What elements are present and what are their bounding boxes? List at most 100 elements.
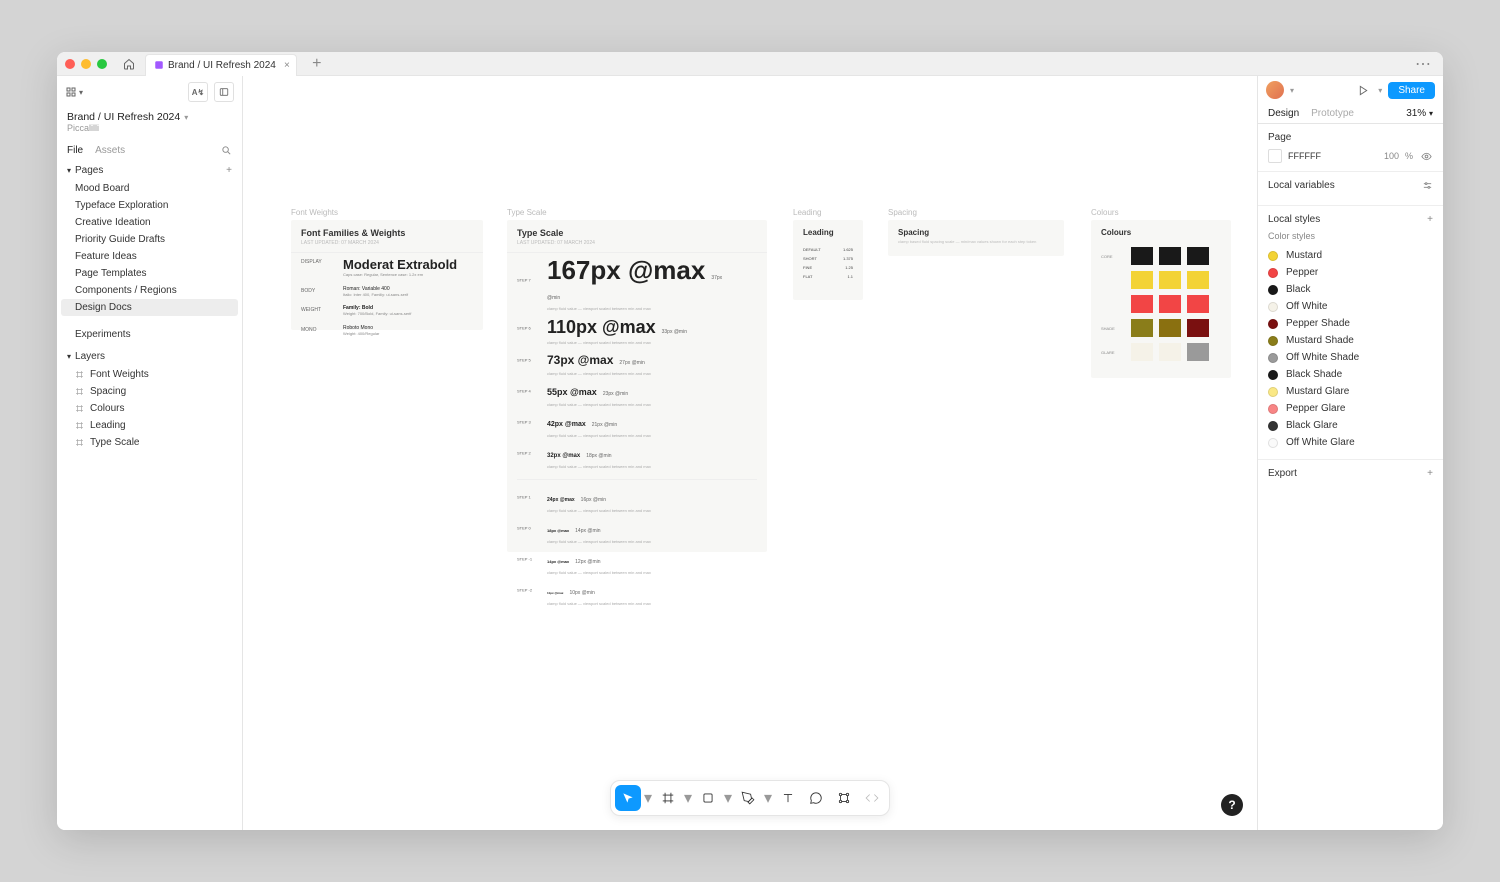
panels-toggle-button[interactable] — [214, 82, 234, 102]
comment-tool[interactable] — [803, 785, 829, 811]
color-style-item[interactable]: Off White — [1268, 298, 1433, 315]
color-style-item[interactable]: Off White Shade — [1268, 349, 1433, 366]
leading-row: FINE1.25 — [793, 263, 863, 272]
actions-tool[interactable] — [831, 785, 857, 811]
canvas[interactable]: Font Weights Font Families & Weights LAS… — [243, 76, 1257, 830]
export-header[interactable]: Export + — [1268, 468, 1433, 479]
colour-swatch — [1159, 247, 1181, 265]
page-item[interactable]: Page Templates — [57, 265, 242, 282]
tab-close-icon[interactable]: × — [284, 60, 290, 71]
assets-tab-button[interactable]: Assets — [95, 145, 125, 156]
frame-tool-chevron[interactable]: ▾ — [683, 785, 693, 811]
add-page-button[interactable]: + — [226, 165, 232, 176]
layer-item[interactable]: Colours — [57, 400, 242, 417]
shape-tool[interactable] — [695, 785, 721, 811]
avatar-chevron-icon[interactable]: ▾ — [1290, 86, 1294, 95]
color-style-item[interactable]: Black Glare — [1268, 417, 1433, 434]
move-tool-chevron[interactable]: ▾ — [643, 785, 653, 811]
leading-row: DEFAULT1.625 — [793, 245, 863, 254]
pages-header[interactable]: ▾ Pages + — [57, 161, 242, 180]
layer-item[interactable]: Type Scale — [57, 434, 242, 451]
add-export-button[interactable]: + — [1427, 468, 1433, 479]
experiments-page[interactable]: Experiments — [57, 326, 242, 343]
present-button[interactable] — [1354, 81, 1372, 99]
frame-tool[interactable] — [655, 785, 681, 811]
color-style-item[interactable]: Mustard Shade — [1268, 332, 1433, 349]
design-tab[interactable]: Design — [1268, 108, 1299, 119]
share-button[interactable]: Share — [1388, 82, 1435, 99]
type-scale-step: STEP 124px @max16px @min — [507, 486, 767, 508]
prototype-tab[interactable]: Prototype — [1311, 108, 1354, 119]
type-scale-step: STEP 232px @max18px @min — [507, 442, 767, 464]
add-style-button[interactable]: + — [1427, 214, 1433, 225]
frame-font-weights[interactable]: Font Weights Font Families & Weights LAS… — [291, 220, 483, 330]
layer-item[interactable]: Spacing — [57, 383, 242, 400]
user-avatar[interactable] — [1266, 81, 1284, 99]
page-item[interactable]: Mood Board — [57, 180, 242, 197]
right-panel: ▾ ▾ Share Design Prototype 31% ▾ Page FF… — [1257, 76, 1443, 830]
frame-spacing[interactable]: Spacing Spacing clamp based fluid spacin… — [888, 220, 1064, 256]
titlebar-more-icon[interactable]: ⋯ — [1411, 54, 1435, 74]
shape-tool-chevron[interactable]: ▾ — [723, 785, 733, 811]
color-style-item[interactable]: Mustard Glare — [1268, 383, 1433, 400]
page-item[interactable]: Creative Ideation — [57, 214, 242, 231]
page-opacity[interactable]: 100 — [1384, 151, 1399, 161]
traffic-light-close[interactable] — [65, 59, 75, 69]
page-fill-swatch[interactable] — [1268, 149, 1282, 163]
dev-mode-tool[interactable] — [859, 785, 885, 811]
colour-swatch — [1159, 295, 1181, 313]
frame-type-scale[interactable]: Type Scale Type Scale LAST UPDATED: 07 M… — [507, 220, 767, 552]
colour-swatch — [1159, 271, 1181, 289]
move-tool[interactable] — [615, 785, 641, 811]
type-scale-step: STEP 6110px @max33px @min — [507, 315, 767, 340]
color-style-item[interactable]: Off White Glare — [1268, 434, 1433, 451]
file-tab-button[interactable]: File — [67, 145, 83, 156]
color-style-item[interactable]: Black — [1268, 281, 1433, 298]
zoom-level[interactable]: 31% ▾ — [1406, 108, 1433, 119]
color-style-item[interactable]: Mustard — [1268, 247, 1433, 264]
present-chevron-icon[interactable]: ▾ — [1378, 86, 1382, 95]
page-item[interactable]: Feature Ideas — [57, 248, 242, 265]
font-weight-row: BODYRoman: Variable 400Italic: Inter 400… — [291, 282, 483, 302]
page-item[interactable]: Components / Regions — [57, 282, 242, 299]
visibility-toggle-icon[interactable] — [1419, 149, 1433, 163]
help-button[interactable]: ? — [1221, 794, 1243, 816]
main-menu-button[interactable]: ▾ — [65, 86, 83, 98]
colour-swatch — [1131, 319, 1153, 337]
color-style-item[interactable]: Pepper Shade — [1268, 315, 1433, 332]
app-window: Brand / UI Refresh 2024 × + ⋯ ▾ A↯ Brand… — [57, 52, 1443, 830]
color-style-item[interactable]: Pepper Glare — [1268, 400, 1433, 417]
toolbar: ▾ ▾ ▾ ▾ — [610, 780, 890, 816]
text-tool[interactable] — [775, 785, 801, 811]
search-icon[interactable] — [221, 145, 232, 156]
variables-settings-icon[interactable] — [1422, 180, 1433, 191]
colour-swatch — [1159, 343, 1181, 361]
colour-swatch — [1131, 271, 1153, 289]
colour-swatch — [1131, 343, 1153, 361]
frame-leading[interactable]: Leading Leading DEFAULT1.625SHORT1.375FI… — [793, 220, 863, 300]
file-tab[interactable]: Brand / UI Refresh 2024 × — [145, 54, 297, 76]
pen-tool[interactable] — [735, 785, 761, 811]
traffic-light-zoom[interactable] — [97, 59, 107, 69]
font-weight-row: DISPLAYModerat ExtraboldCaps case: Regul… — [291, 253, 483, 282]
home-button[interactable] — [119, 54, 139, 74]
layer-item[interactable]: Font Weights — [57, 366, 242, 383]
color-style-item[interactable]: Black Shade — [1268, 366, 1433, 383]
page-item[interactable]: Priority Guide Drafts — [57, 231, 242, 248]
new-tab-button[interactable]: + — [307, 54, 327, 74]
page-item[interactable]: Typeface Exploration — [57, 197, 242, 214]
layers-header[interactable]: ▾ Layers — [57, 347, 242, 366]
page-fill-value[interactable]: FFFFFF — [1288, 151, 1378, 161]
local-variables-header[interactable]: Local variables — [1268, 180, 1433, 191]
traffic-light-minimize[interactable] — [81, 59, 91, 69]
local-styles-header: Local styles + — [1268, 214, 1433, 225]
color-style-item[interactable]: Pepper — [1268, 264, 1433, 281]
frame-colours[interactable]: Colours Colours CORESHADEGLARE — [1091, 220, 1231, 378]
page-item[interactable]: Design Docs — [61, 299, 238, 316]
ai-button[interactable]: A↯ — [188, 82, 208, 102]
file-name[interactable]: Brand / UI Refresh 2024 ▾ — [57, 109, 242, 123]
pen-tool-chevron[interactable]: ▾ — [763, 785, 773, 811]
layer-item[interactable]: Leading — [57, 417, 242, 434]
page-section-header: Page — [1268, 132, 1433, 143]
team-name[interactable]: Piccalilli — [57, 123, 242, 139]
